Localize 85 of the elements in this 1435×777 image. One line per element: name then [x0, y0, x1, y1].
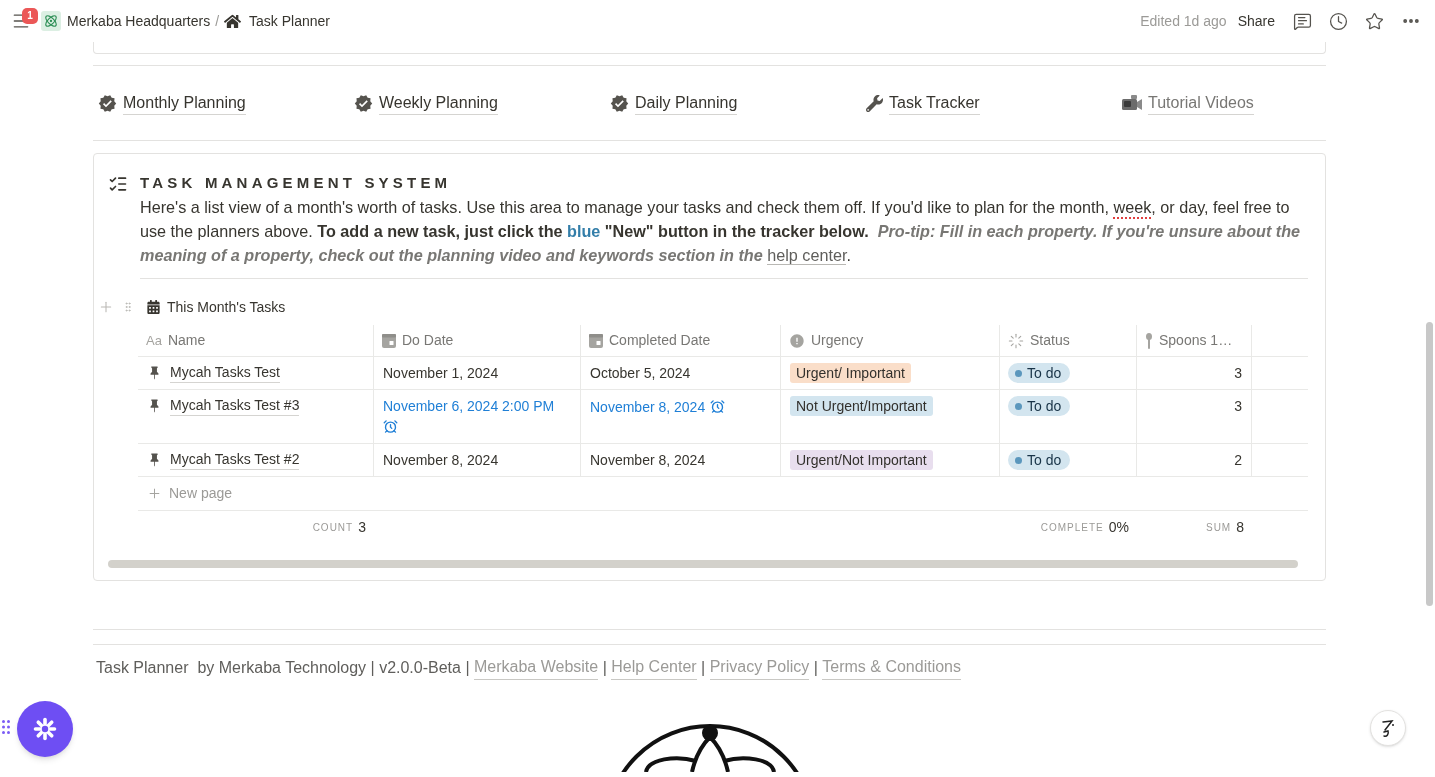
ai-button[interactable]: [1370, 710, 1406, 746]
date-text: November 1, 2024: [383, 364, 499, 383]
spoons-number: 3: [1234, 365, 1242, 381]
help-center-link[interactable]: help center: [767, 246, 847, 265]
share-button[interactable]: Share: [1237, 10, 1275, 32]
video-camera-icon: [1122, 95, 1142, 111]
scrollbar-thumb[interactable]: [108, 560, 1298, 568]
vertical-scrollbar-thumb[interactable]: [1426, 322, 1433, 606]
alarm-clock-icon: [383, 419, 398, 434]
squiggle-icon: [1380, 718, 1396, 738]
checklist-icon: [108, 174, 128, 194]
pin-icon: [148, 366, 161, 380]
task-name[interactable]: Mycah Tasks Test: [170, 363, 280, 383]
column-header[interactable]: Name: [167, 330, 206, 351]
add-icon[interactable]: [147, 486, 162, 501]
loader-icon: [1008, 332, 1024, 349]
alarm-clock-icon: [710, 399, 726, 414]
edited-timestamp: Edited 1d ago: [1140, 11, 1227, 31]
column-header[interactable]: Spoons 1…: [1159, 330, 1233, 351]
status-pill: To do: [1008, 450, 1071, 470]
type-glyph: Aa: [146, 331, 162, 350]
new-page-button[interactable]: New page: [169, 483, 233, 504]
date-text: October 5, 2024: [590, 364, 691, 383]
status-pill: To do: [1008, 396, 1071, 416]
notification-badge: 1: [22, 8, 38, 24]
date-text: November 8, 2024: [590, 451, 706, 470]
home-icon: [224, 12, 242, 30]
page-link[interactable]: Task Tracker: [889, 91, 980, 115]
page-link[interactable]: Monthly Planning: [123, 91, 246, 115]
column-header[interactable]: Status: [1030, 330, 1070, 351]
summary-value: 0%: [1108, 518, 1129, 537]
section-title: TASK MANAGEMENT SYSTEM: [140, 173, 453, 193]
calendar-icon: [382, 333, 396, 348]
drag-handle-icon[interactable]: [2, 720, 10, 734]
page-link[interactable]: Weekly Planning: [379, 91, 498, 115]
flower-icon: [33, 717, 57, 741]
footer-text: |: [812, 658, 819, 678]
summary-label: COUNT: [312, 521, 354, 535]
urgency-tag: Urgent/ Important: [790, 363, 911, 383]
clock-icon[interactable]: [1329, 11, 1348, 31]
date-text: November 8, 2024: [383, 451, 499, 470]
breadcrumb-separator: /: [215, 11, 220, 31]
comment-icon[interactable]: [1293, 11, 1312, 31]
breadcrumb-link[interactable]: Merkaba Headquarters: [67, 10, 211, 32]
footer-link[interactable]: Privacy Policy: [709, 656, 810, 680]
assistant-button[interactable]: [17, 701, 73, 757]
task-name[interactable]: Mycah Tasks Test #2: [170, 450, 300, 470]
column-header[interactable]: Urgency: [811, 330, 864, 351]
check-badge-icon: [98, 93, 117, 113]
workspace-icon: [41, 11, 61, 31]
date-text: November 8, 2024: [590, 397, 706, 417]
task-name[interactable]: Mycah Tasks Test #3: [170, 396, 300, 416]
footer-link[interactable]: Merkaba Website: [474, 656, 599, 680]
pin-icon: [148, 399, 161, 413]
page-link[interactable]: Daily Planning: [635, 91, 738, 115]
footer-link[interactable]: Help Center: [611, 656, 697, 680]
summary-value: 3: [358, 518, 366, 537]
summary-value: 8: [1236, 518, 1244, 537]
status-pill: To do: [1008, 363, 1071, 383]
drag-handle-icon[interactable]: [122, 299, 134, 315]
footer-text: |: [700, 658, 707, 678]
page-link[interactable]: Tutorial Videos: [1148, 91, 1254, 115]
check-badge-icon: [610, 93, 629, 113]
footer-text: |: [601, 658, 608, 678]
spoon-icon: [1145, 332, 1153, 349]
urgency-tag: Not Urgent/Important: [790, 396, 933, 416]
footer-link[interactable]: Terms & Conditions: [822, 656, 961, 680]
calendar-icon: [147, 300, 160, 314]
summary-label: SUM: [1205, 521, 1232, 535]
urgency-tag: Urgent/Not Important: [790, 450, 933, 470]
spoons-number: 3: [1234, 398, 1242, 414]
breadcrumb-link[interactable]: Task Planner: [249, 10, 330, 32]
star-icon[interactable]: [1365, 11, 1384, 31]
date-text: November 6, 2024 2:00 PM: [383, 397, 555, 416]
footer-text: Task Planner by Merkaba Technology | v2.0.0-Beta |: [96, 658, 471, 678]
column-header[interactable]: Do Date: [402, 330, 454, 351]
pin-icon: [148, 453, 161, 467]
column-header[interactable]: Completed Date: [609, 330, 711, 351]
check-badge-icon: [354, 93, 373, 113]
wrench-icon: [866, 94, 883, 112]
calendar-icon: [589, 333, 603, 348]
spoons-number: 2: [1234, 452, 1242, 468]
database-title: This Month's Tasks: [167, 297, 286, 317]
section-description: Here's a list view of a month's worth of tasks. Use this area to manage your tasks and check them off. If you'd like to plan for the month, week, or day, feel free to use the planners above. To add a new task, just click the blue "New" button in the tracker below. Pro-tip: Fill in each property. If you're unsure about the meaning of a property, check out the planning video and keywords section in the help center.: [140, 197, 1302, 267]
summary-label: COMPLETE: [1040, 521, 1104, 535]
